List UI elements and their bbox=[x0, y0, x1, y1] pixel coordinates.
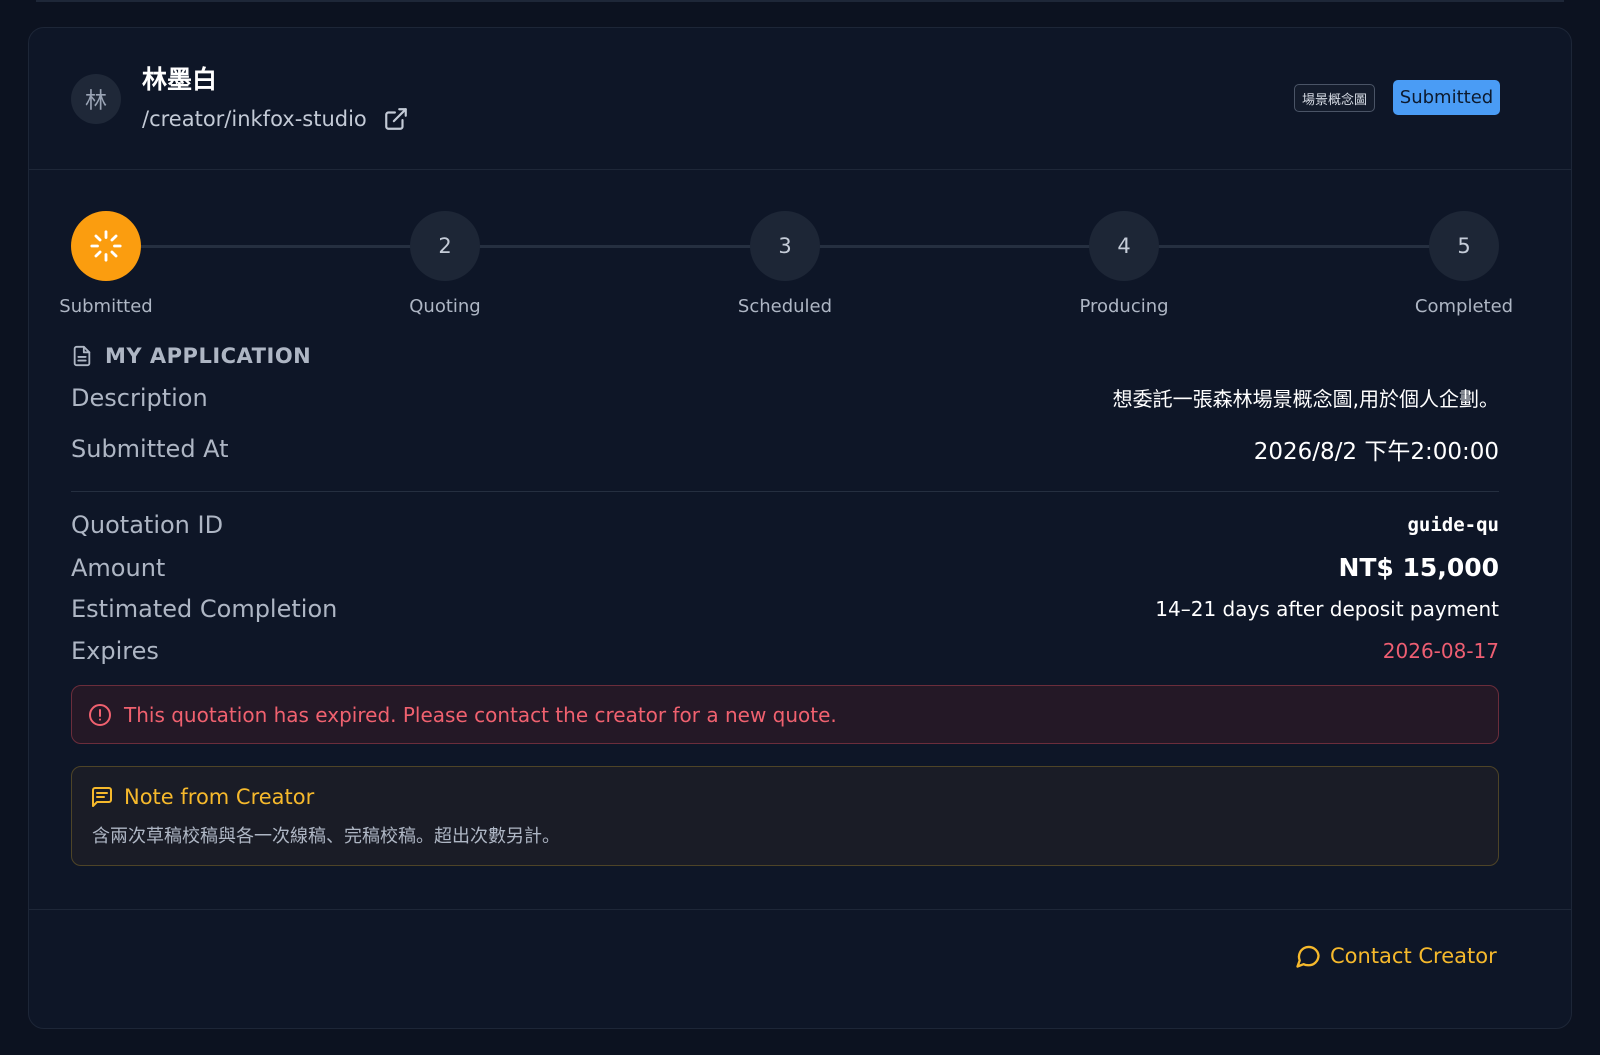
document-icon bbox=[73, 345, 91, 367]
footer-divider bbox=[29, 909, 1571, 910]
contact-creator-label: Contact Creator bbox=[1330, 944, 1497, 968]
step-completed: 5 Completed bbox=[1394, 211, 1534, 317]
note-title: Note from Creator bbox=[90, 785, 314, 809]
status-badge: Submitted bbox=[1393, 80, 1500, 115]
step-number: 3 bbox=[750, 211, 820, 281]
step-label: Submitted bbox=[59, 296, 153, 317]
step-producing: 4 Producing bbox=[1054, 211, 1194, 317]
expires-row: Expires 2026-08-17 bbox=[71, 637, 1499, 665]
description-value: 想委託一張森林場景概念圖,用於個人企劃。 bbox=[1112, 387, 1499, 411]
amount-row: Amount NT$ 15,000 bbox=[71, 553, 1499, 582]
submitted-at-value: 2026/8/2 下午2:00:00 bbox=[1253, 439, 1499, 465]
step-submitted: Submitted bbox=[36, 211, 176, 317]
step-circle-active bbox=[71, 211, 141, 281]
submitted-at-row: Submitted At 2026/8/2 下午2:00:00 bbox=[71, 432, 1499, 466]
external-link-icon[interactable] bbox=[383, 106, 409, 132]
expires-value: 2026-08-17 bbox=[1382, 639, 1499, 663]
quotation-id-label: Quotation ID bbox=[71, 511, 224, 539]
estimated-completion-value: 14–21 days after deposit payment bbox=[1155, 597, 1499, 621]
step-number: 4 bbox=[1089, 211, 1159, 281]
divider bbox=[71, 491, 1499, 492]
quotation-id-value: guide-qu bbox=[1407, 514, 1499, 536]
step-label: Producing bbox=[1079, 296, 1169, 317]
alert-message: This quotation has expired. Please conta… bbox=[124, 702, 837, 727]
top-divider bbox=[36, 0, 1564, 2]
card-header: 林 林墨白 /creator/inkfox-studio 場景概念圖 Submi… bbox=[29, 28, 1571, 170]
spinner-icon bbox=[90, 230, 122, 262]
step-scheduled: 3 Scheduled bbox=[715, 211, 855, 317]
step-quoting: 2 Quoting bbox=[375, 211, 515, 317]
submitted-at-label: Submitted At bbox=[71, 435, 229, 463]
expired-alert: This quotation has expired. Please conta… bbox=[71, 685, 1499, 744]
step-label: Scheduled bbox=[737, 296, 833, 317]
estimated-completion-label: Estimated Completion bbox=[71, 595, 338, 623]
quotation-id-row: Quotation ID guide-qu bbox=[71, 511, 1499, 539]
commission-card: 林 林墨白 /creator/inkfox-studio 場景概念圖 Submi… bbox=[28, 27, 1572, 1029]
message-square-icon bbox=[92, 787, 112, 807]
contact-creator-button[interactable]: Contact Creator bbox=[1294, 942, 1497, 970]
section-title: MY APPLICATION bbox=[71, 344, 311, 368]
avatar: 林 bbox=[71, 74, 121, 124]
category-tag: 場景概念圖 bbox=[1294, 84, 1376, 112]
note-body: 含兩次草稿校稿與各一次線稿、完稿校稿。超出次數另計。 bbox=[92, 826, 560, 847]
alert-circle-icon bbox=[89, 703, 111, 726]
step-number: 5 bbox=[1429, 211, 1499, 281]
creator-note: Note from Creator 含兩次草稿校稿與各一次線稿、完稿校稿。超出次… bbox=[71, 766, 1499, 866]
description-label: Description bbox=[71, 383, 208, 412]
step-number: 2 bbox=[410, 211, 480, 281]
description-row: Description 想委託一張森林場景概念圖,用於個人企劃。 bbox=[71, 383, 1499, 412]
creator-link[interactable]: /creator/inkfox-studio bbox=[142, 106, 409, 132]
expires-label: Expires bbox=[71, 637, 159, 665]
progress-stepper: Submitted 2 Quoting 3 Scheduled 4 Produc… bbox=[59, 211, 1513, 321]
estimated-completion-row: Estimated Completion 14–21 days after de… bbox=[71, 595, 1499, 623]
note-title-text: Note from Creator bbox=[124, 785, 315, 809]
chat-bubble-icon bbox=[1296, 945, 1320, 968]
amount-value: NT$ 15,000 bbox=[1338, 553, 1499, 582]
step-label: Completed bbox=[1414, 296, 1514, 317]
amount-label: Amount bbox=[71, 553, 166, 582]
creator-path-text: /creator/inkfox-studio bbox=[142, 107, 367, 131]
creator-name: 林墨白 bbox=[142, 65, 218, 94]
section-title-text: MY APPLICATION bbox=[105, 344, 312, 368]
step-label: Quoting bbox=[409, 296, 481, 317]
